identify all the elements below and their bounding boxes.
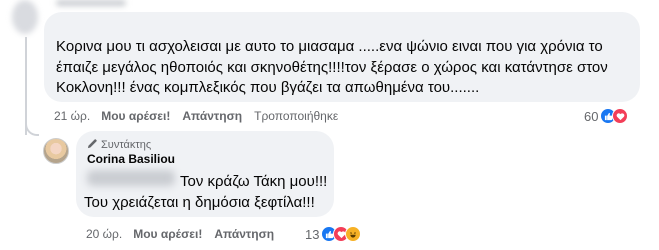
comment-like-button[interactable]: Μου αρέσει! [101, 109, 170, 123]
comment-actions: 21 ώρ. Μου αρέσει! Απάντηση Τροποποιήθηκ… [54, 108, 338, 124]
reply-author-name[interactable]: Corina Basiliou [87, 152, 175, 166]
reply-text: Τον κράζω Τάκη μου!!! Του χρειάζεται η δ… [84, 172, 334, 213]
love-icon [612, 108, 629, 124]
author-badge: Συντάκτης [87, 138, 151, 152]
comment-line: έπαιζε μεγάλος ηθοποιός και σκηνοθέτης!!… [56, 58, 608, 76]
reply-time[interactable]: 20 ώρ. [86, 227, 122, 241]
reply-like-button[interactable]: Μου αρέσει! [133, 227, 202, 241]
reply-actions: 20 ώρ. Μου αρέσει! Απάντηση [86, 226, 274, 242]
haha-icon [345, 226, 362, 242]
reply-line: Τον κράζω Τάκη μου!!! [180, 173, 328, 190]
reply-line: Του χρειάζεται η δημόσια ξεφτίλα!!! [84, 193, 315, 211]
reply-reactions[interactable]: 13 [305, 225, 362, 243]
commenter-name-redacted [56, 0, 126, 6]
comment-line: Κορινα μου τι ασχολεισαι με αυτο το μιασ… [56, 38, 603, 55]
comment-reply-button[interactable]: Απάντηση [182, 109, 242, 123]
comment-line: Κοκλονη!!! ένας κομπλεξικός που βγάζει τ… [56, 79, 480, 96]
author-avatar[interactable] [43, 138, 69, 164]
comment-reactions[interactable]: 60 [584, 107, 629, 125]
thread-connector [25, 120, 39, 136]
pencil-icon [87, 138, 98, 152]
comment-reaction-count: 60 [584, 108, 599, 124]
reply-reply-button[interactable]: Απάντηση [214, 227, 274, 241]
comment-edited-label[interactable]: Τροποποιήθηκε [254, 109, 338, 123]
author-badge-label: Συντάκτης [101, 139, 152, 151]
commenter-avatar[interactable] [12, 0, 38, 34]
reply-reaction-count: 13 [305, 226, 320, 242]
comment-text: Κορινα μου τι ασχολεισαι με αυτο το μιασ… [56, 37, 636, 99]
comment-time[interactable]: 21 ώρ. [54, 109, 90, 123]
